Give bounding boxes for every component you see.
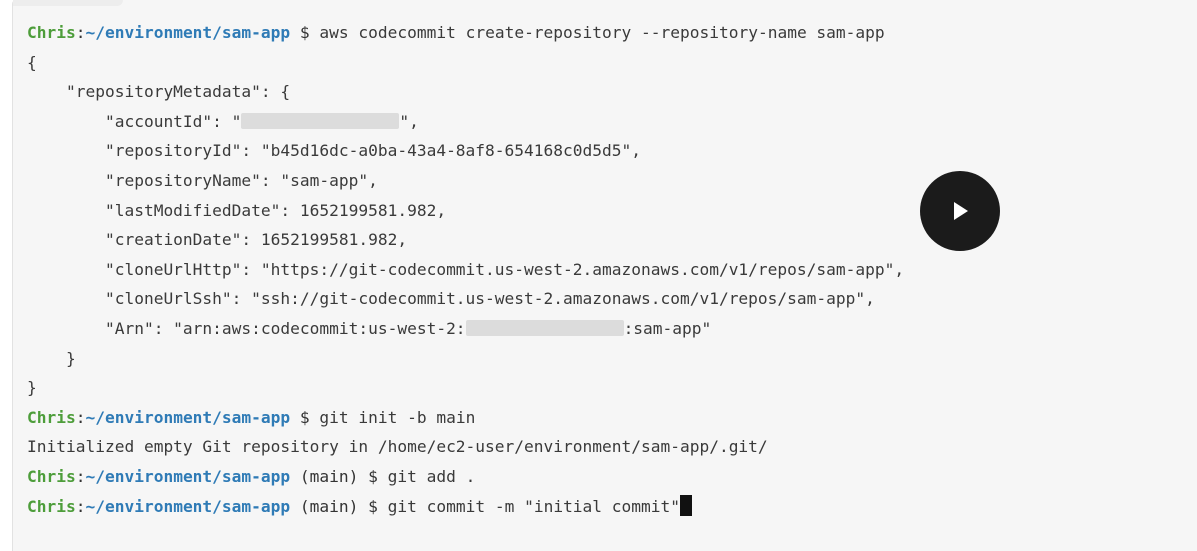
terminal-line: "cloneUrlSsh": "ssh://git-codecommit.us-… [27, 289, 875, 309]
terminal-line: "lastModifiedDate": 1652199581.982, [27, 200, 447, 220]
terminal-line: "Arn": "arn:aws:codecommit:us-west-2: :sa… [27, 314, 904, 344]
prompt-user: Chris [27, 23, 76, 42]
text-cursor [680, 494, 693, 516]
prompt-path: ~/environment/sam-app [85, 466, 291, 486]
frame-tab [13, 0, 123, 6]
terminal-line: { [27, 52, 37, 72]
arn-prefix: "Arn": "arn:aws:codecommit:us-west-2: [27, 318, 466, 338]
command-text: git add . [387, 466, 476, 486]
terminal-line: "repositoryId": "b45d16dc-a0ba-43a4-8af8… [27, 141, 641, 161]
redacted-account-id [465, 319, 624, 336]
terminal-line: Chris:~/environment/sam-app (main) $ git… [27, 466, 476, 486]
terminal-line: "repositoryMetadata": { [27, 82, 291, 102]
terminal-line: } [27, 378, 37, 398]
prompt-user: Chris [27, 466, 76, 486]
terminal-line: Initialized empty Git repository in /hom… [27, 437, 768, 457]
command-text: aws codecommit create-repository --repos… [319, 23, 885, 42]
terminal-line: "cloneUrlHttp": "https://git-codecommit.… [27, 259, 905, 279]
terminal-line: } [27, 348, 76, 368]
terminal-line: Chris:~/environment/sam-app $ aws codeco… [27, 23, 885, 42]
arn-suffix: :sam-app" [623, 318, 712, 338]
account-suffix: ", [399, 111, 419, 131]
prompt-user: Chris [27, 407, 76, 427]
terminal-line: "repositoryName": "sam-app", [27, 170, 378, 190]
video-frame: Chris:~/environment/sam-app $ aws codeco… [12, 0, 1197, 551]
redacted-account-id [241, 112, 400, 129]
account-key: "accountId": " [27, 111, 242, 131]
terminal-line[interactable]: Chris:~/environment/sam-app (main) $ git… [27, 492, 904, 522]
terminal-line: "accountId": " ", [27, 107, 904, 137]
prompt-user: Chris [27, 496, 76, 516]
terminal-line: "creationDate": 1652199581.982, [27, 230, 408, 250]
play-icon [954, 202, 968, 220]
prompt-path: ~/environment/sam-app [85, 496, 291, 516]
command-input[interactable]: git commit -m "initial commit" [388, 497, 680, 516]
terminal-output: Chris:~/environment/sam-app $ aws codeco… [27, 18, 904, 521]
prompt-path: ~/environment/sam-app [85, 23, 291, 42]
prompt-path: ~/environment/sam-app [85, 407, 291, 427]
play-button[interactable] [920, 171, 1000, 251]
terminal-line: Chris:~/environment/sam-app $ git init -… [27, 407, 476, 427]
command-text: git init -b main [319, 407, 476, 427]
prompt-branch: (main) [299, 496, 359, 516]
prompt-branch: (main) [299, 466, 359, 486]
